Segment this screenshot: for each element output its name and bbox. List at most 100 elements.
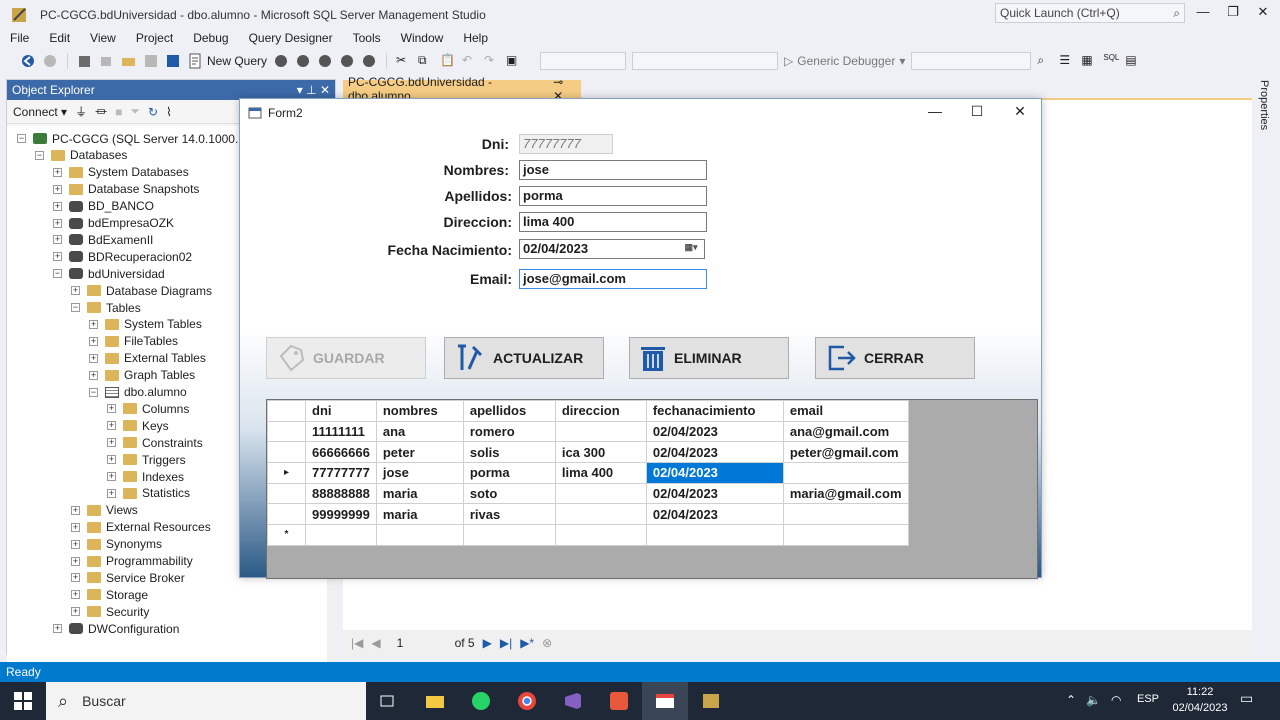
- expand-icon[interactable]: +: [107, 472, 116, 481]
- cell-apellidos[interactable]: romero: [462, 420, 556, 443]
- volume-icon[interactable]: 🔈: [1086, 693, 1101, 707]
- table-row[interactable]: 66666666 peter solis ica 300 02/04/2023 …: [267, 441, 909, 464]
- cell-nombres[interactable]: ana: [375, 420, 464, 443]
- cell-email[interactable]: [782, 503, 909, 526]
- ssms-taskbar-icon[interactable]: [688, 682, 734, 720]
- expand-icon[interactable]: +: [71, 522, 80, 532]
- tree-item[interactable]: + Database Diagrams: [71, 282, 212, 299]
- refresh-icon[interactable]: ↻: [148, 105, 158, 119]
- cell-dni[interactable]: 99999999: [305, 503, 377, 526]
- tree-item[interactable]: − bdUniversidad: [53, 265, 165, 282]
- tree-item[interactable]: + Constraints: [107, 434, 203, 451]
- table-row[interactable]: 88888888 maria soto 02/04/2023 maria@gma…: [267, 482, 909, 505]
- tree-item[interactable]: + BDRecuperacion02: [53, 248, 192, 265]
- tree-item[interactable]: + System Databases: [53, 164, 189, 181]
- taskbar-search[interactable]: ⌕ Buscar: [46, 682, 366, 720]
- tree-item[interactable]: + bdEmpresaOZK: [53, 215, 174, 232]
- minimize-button[interactable]: —: [1190, 4, 1216, 24]
- task-view-icon[interactable]: [366, 682, 412, 720]
- tree-item[interactable]: − Databases: [35, 147, 127, 164]
- tree-item[interactable]: + Programmability: [71, 553, 193, 570]
- tree-item[interactable]: + FileTables: [89, 333, 178, 350]
- tree-item[interactable]: + DWConfiguration: [53, 620, 179, 637]
- cell-nombres[interactable]: maria: [375, 482, 464, 505]
- table-row-current[interactable]: ▸ 77777777 jose porma lima 400 02/04/202…: [267, 462, 909, 484]
- taskbar-clock[interactable]: 11:22 02/04/2023: [1160, 684, 1240, 716]
- collapse-icon[interactable]: −: [71, 303, 80, 312]
- cell-apellidos[interactable]: rivas: [462, 503, 556, 526]
- direccion-input[interactable]: lima 400: [519, 212, 707, 232]
- expand-icon[interactable]: +: [71, 556, 80, 566]
- row-header[interactable]: [267, 441, 306, 464]
- new-row-marker[interactable]: *: [267, 524, 306, 546]
- expand-icon[interactable]: +: [53, 201, 62, 211]
- language-indicator[interactable]: ESP: [1137, 693, 1159, 705]
- menu-tools[interactable]: Tools: [343, 29, 391, 49]
- solution-config-combo[interactable]: [540, 52, 627, 70]
- find-icon[interactable]: ⌕: [1037, 53, 1053, 69]
- table-row[interactable]: 11111111 ana romero 02/04/2023 ana@gmail…: [267, 420, 909, 443]
- expand-icon[interactable]: +: [89, 370, 98, 380]
- cell-new[interactable]: [305, 524, 377, 546]
- pin-icon[interactable]: ⊸: [553, 75, 563, 89]
- tree-item[interactable]: + BD_BANCO: [53, 198, 154, 215]
- expand-icon[interactable]: +: [107, 455, 116, 465]
- paste-icon[interactable]: 📋: [440, 53, 456, 69]
- chrome-icon[interactable]: [504, 682, 550, 720]
- menu-help[interactable]: Help: [453, 29, 498, 49]
- db-engine-query-icon[interactable]: [273, 53, 289, 69]
- tree-item[interactable]: − Tables: [71, 299, 141, 316]
- col-header-fechanacimiento[interactable]: fechanacimiento: [645, 400, 784, 422]
- col-header-apellidos[interactable]: apellidos: [462, 400, 556, 422]
- row-header[interactable]: [267, 420, 306, 443]
- debugger-combo[interactable]: ▷ Generic Debugger ▾: [784, 54, 905, 68]
- save-all-icon[interactable]: [165, 53, 181, 69]
- add-item-icon[interactable]: [99, 53, 115, 69]
- cell-email[interactable]: [782, 462, 909, 484]
- tree-item[interactable]: + External Resources: [71, 519, 211, 536]
- first-record-icon[interactable]: |◀: [351, 636, 363, 650]
- tree-item[interactable]: − PC-CGCG (SQL Server 14.0.1000.169 - P: [17, 130, 277, 147]
- menu-view[interactable]: View: [80, 29, 126, 49]
- cell-fechanacimiento[interactable]: 02/04/2023: [645, 503, 784, 526]
- expand-icon[interactable]: +: [107, 488, 116, 498]
- save-icon[interactable]: [143, 53, 159, 69]
- apellidos-input[interactable]: porma: [519, 186, 707, 206]
- row-header[interactable]: [267, 482, 306, 505]
- stop-icon[interactable]: ⊗: [542, 636, 552, 650]
- redo-icon[interactable]: ↷: [484, 53, 500, 69]
- dni-input[interactable]: 77777777: [519, 134, 613, 154]
- chevron-down-icon[interactable]: ▾: [297, 83, 303, 97]
- collapse-icon[interactable]: −: [17, 134, 26, 143]
- current-record[interactable]: 1: [397, 636, 447, 650]
- tree-item[interactable]: + Database Snapshots: [53, 181, 199, 198]
- cell-new[interactable]: [554, 524, 647, 546]
- expand-icon[interactable]: +: [107, 404, 116, 414]
- sql-icon[interactable]: SQL: [1103, 53, 1119, 69]
- connect-icon[interactable]: ⏚: [75, 103, 87, 120]
- expand-icon[interactable]: +: [71, 590, 80, 600]
- tree-item[interactable]: + Columns: [107, 400, 189, 417]
- expand-icon[interactable]: +: [53, 167, 62, 177]
- cell-new[interactable]: [375, 524, 464, 546]
- close-icon[interactable]: ✕: [320, 83, 330, 97]
- tree-item[interactable]: + Synonyms: [71, 536, 162, 553]
- calendar-dropdown-icon[interactable]: ▦▾: [680, 242, 702, 256]
- cell-dni[interactable]: 77777777: [305, 462, 377, 484]
- collapse-icon[interactable]: −: [53, 269, 62, 279]
- tree-item[interactable]: + Statistics: [107, 485, 190, 502]
- copy-icon[interactable]: ⧉: [418, 53, 434, 69]
- close-button[interactable]: ✕: [1250, 4, 1276, 24]
- cell-email[interactable]: maria@gmail.com: [782, 482, 909, 505]
- menu-file[interactable]: File: [0, 29, 39, 49]
- cut-icon[interactable]: ✂: [396, 53, 412, 69]
- expand-icon[interactable]: +: [53, 184, 62, 194]
- expand-icon[interactable]: +: [53, 235, 62, 245]
- connect-button[interactable]: Connect ▾: [13, 105, 67, 119]
- activity-icon[interactable]: ⌇: [166, 105, 172, 119]
- file-explorer-icon[interactable]: [412, 682, 458, 720]
- tree-item[interactable]: + Storage: [71, 586, 148, 603]
- form-maximize-button[interactable]: ☐: [962, 103, 992, 123]
- form-app-icon[interactable]: [642, 682, 688, 720]
- tree-item[interactable]: + System Tables: [89, 316, 202, 333]
